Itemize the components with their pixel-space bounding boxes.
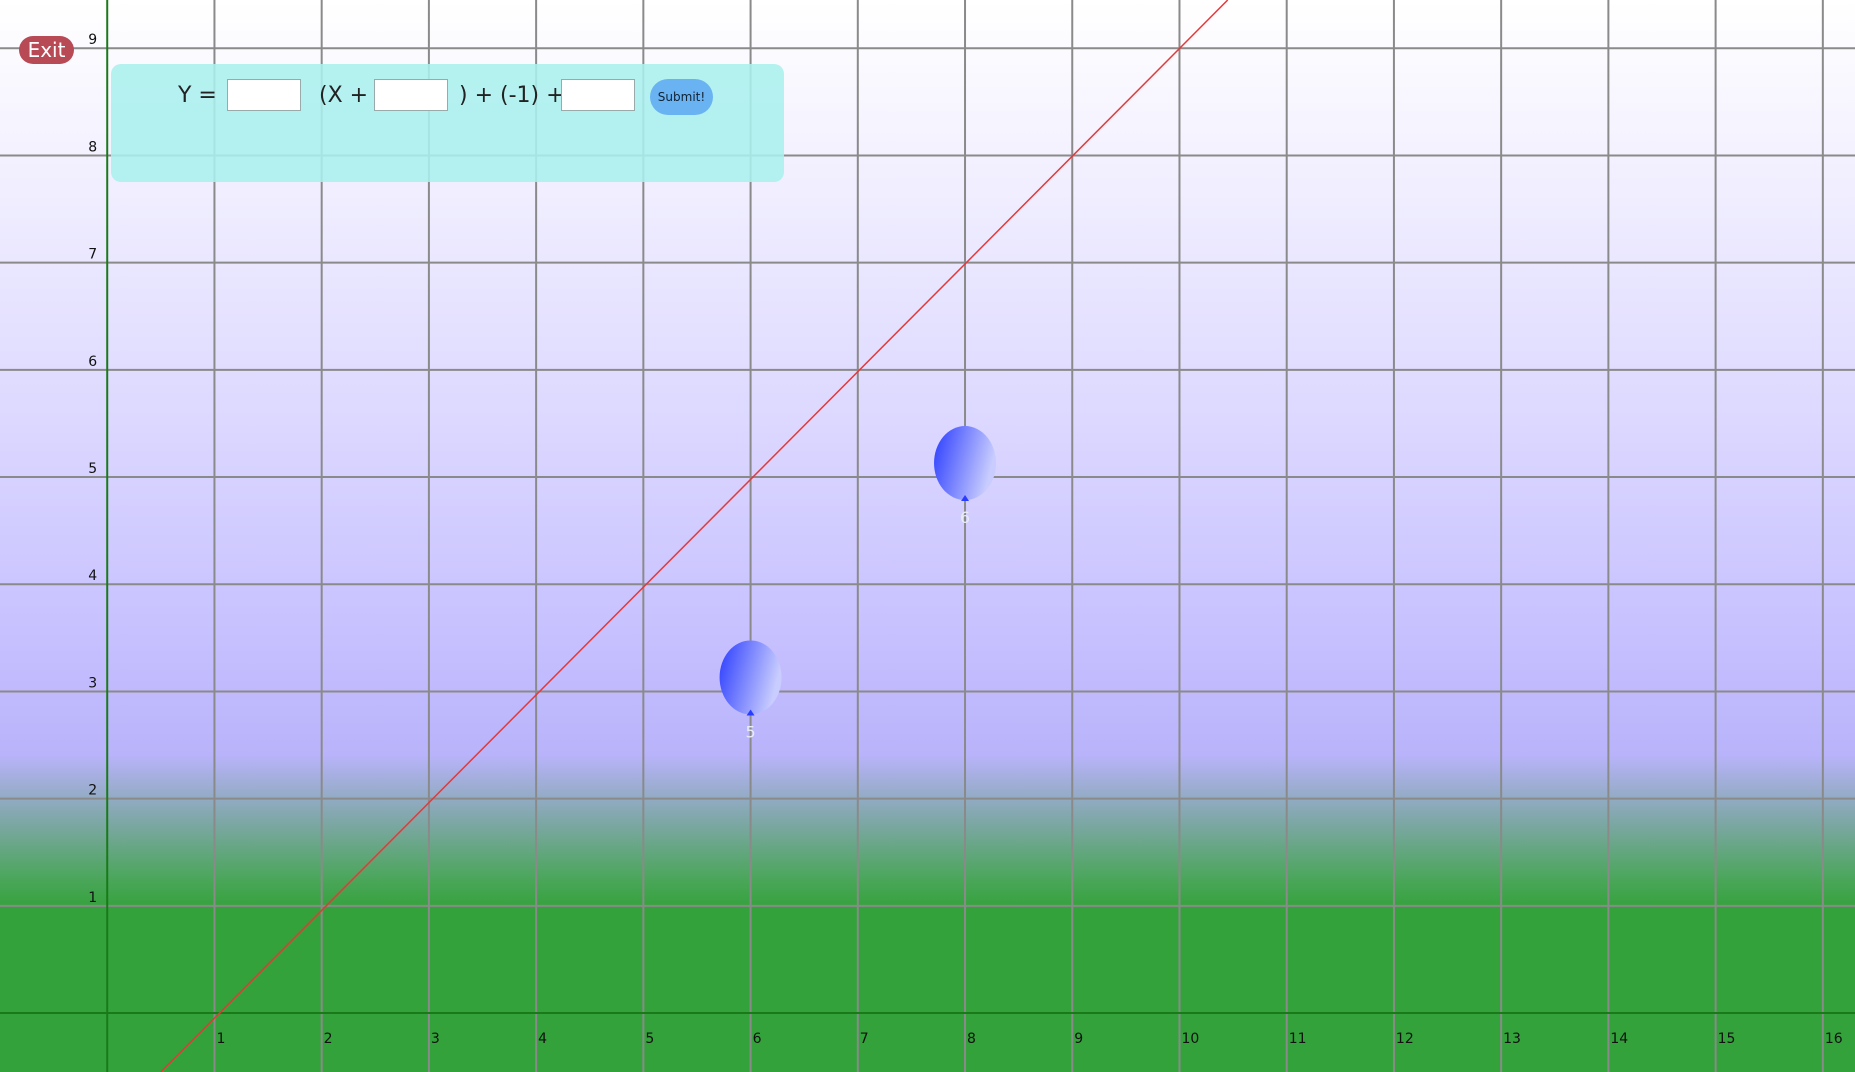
- x-tick-label: 15: [1718, 1031, 1736, 1047]
- x-tick-label: 7: [860, 1031, 869, 1047]
- x-tick-label: 12: [1396, 1031, 1414, 1047]
- x-tick-label: 2: [324, 1031, 333, 1047]
- balloon: [719, 640, 782, 715]
- x-tick-label: 6: [753, 1031, 762, 1047]
- y-tick-label: 4: [88, 568, 97, 584]
- x-tick-label: 4: [538, 1031, 547, 1047]
- x-tick-label: 14: [1610, 1031, 1628, 1047]
- y-tick-label: 9: [88, 32, 97, 48]
- x-tick-label: 13: [1503, 1031, 1521, 1047]
- x-tick-label: 9: [1074, 1031, 1083, 1047]
- balloon-label: 6: [960, 508, 970, 527]
- equation-panel: Y = (X + ) + (-1) + Submit!: [111, 64, 784, 182]
- y-tick-label: 1: [88, 890, 97, 906]
- y-tick-label: 3: [88, 675, 97, 691]
- x-offset-input[interactable]: [374, 79, 448, 111]
- y-offset-input[interactable]: [561, 79, 635, 111]
- game-stage: 123456789101112131415161712345678956 Exi…: [0, 0, 1855, 1072]
- x-tick-label: 10: [1181, 1031, 1199, 1047]
- x-tick-label: 16: [1825, 1031, 1843, 1047]
- x-tick-label: 3: [431, 1031, 440, 1047]
- equation-y-label: Y =: [178, 83, 217, 108]
- y-tick-label: 5: [88, 461, 97, 477]
- submit-button[interactable]: Submit!: [650, 79, 713, 115]
- exit-button[interactable]: Exit: [19, 36, 74, 64]
- x-tick-label: 5: [645, 1031, 654, 1047]
- balloon: [934, 426, 997, 501]
- x-tick-label: 11: [1289, 1031, 1307, 1047]
- y-tick-label: 8: [88, 139, 97, 155]
- y-tick-label: 7: [88, 247, 97, 263]
- balloon-label: 5: [745, 722, 755, 741]
- equation-x-label: (X +: [319, 83, 369, 108]
- slope-input[interactable]: [227, 79, 301, 111]
- y-tick-label: 6: [88, 354, 97, 370]
- y-tick-label: 2: [88, 783, 97, 799]
- equation-middle-label: ) + (-1) +: [459, 83, 565, 108]
- x-tick-label: 1: [216, 1031, 225, 1047]
- x-tick-label: 8: [967, 1031, 976, 1047]
